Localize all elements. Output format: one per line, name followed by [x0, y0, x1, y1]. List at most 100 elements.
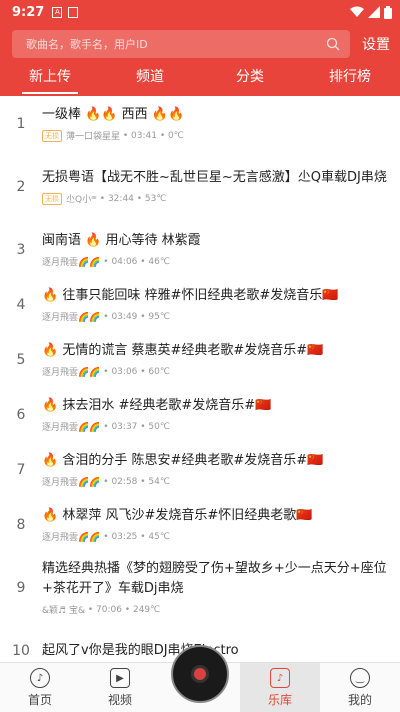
song-index: 7	[16, 461, 26, 478]
song-duration: 03:49	[111, 311, 138, 322]
song-duration: 03:37	[111, 421, 138, 432]
tab-category[interactable]: 分类	[200, 64, 300, 96]
song-temperature: 53℃	[144, 193, 167, 204]
song-row[interactable]: 4 🔥 往事只能回味 梓雅#怀旧经典老歌#发烧音乐🇨🇳 逐月飛雲🌈🌈 • 03:…	[0, 277, 400, 332]
song-duration: 32:44	[107, 193, 134, 204]
song-index: 9	[16, 579, 26, 596]
battery-icon	[384, 5, 392, 19]
song-index: 2	[16, 178, 26, 195]
record-icon[interactable]	[171, 645, 229, 703]
song-duration: 03:41	[131, 130, 157, 141]
nav-video[interactable]: ▶ 视频	[80, 663, 160, 712]
song-index: 1	[16, 115, 26, 132]
song-row[interactable]: 3 闽南语 🔥 用心等待 林紫霞 逐月飛雲🌈🌈 • 04:06 • 46℃	[0, 222, 400, 277]
song-temperature: 0℃	[168, 130, 184, 141]
song-uploader: 逐月飛雲🌈🌈	[42, 423, 101, 433]
song-meta: 逐月飛雲🌈🌈 • 03:06 • 60℃	[42, 366, 170, 379]
status-bar: 9:27 A	[0, 0, 400, 24]
tab-new-upload[interactable]: 新上传	[0, 64, 100, 96]
bottom-nav: ♪ 首页 ▶ 视频 ♪ 乐库 ‿ 我的	[0, 645, 400, 712]
song-index: 10	[12, 642, 30, 659]
song-title: 一级棒 🔥🔥 西西 🔥🔥	[42, 107, 185, 122]
song-title: 🔥 抹去泪水 #经典老歌#发烧音乐#🇨🇳	[42, 398, 272, 413]
play-icon: ▶	[110, 668, 130, 688]
song-temperature: 54℃	[148, 476, 170, 487]
song-row[interactable]: 1 一级棒 🔥🔥 西西 🔥🔥 无损 薄一口袋星星 • 03:41 • 0℃	[0, 96, 400, 151]
song-meta: 无损 薄一口袋星星 • 03:41 • 0℃	[42, 129, 388, 142]
nav-library[interactable]: ♪ 乐库	[240, 663, 320, 712]
record-label	[191, 665, 209, 683]
song-uploader: &颖♬ 宝&	[42, 606, 85, 616]
song-title: 🔥 林翠萍 风飞沙#发烧音乐#怀旧经典老歌🇨🇳	[42, 508, 313, 523]
nav-home-label: 首页	[27, 693, 52, 707]
song-title: 🔥 含泪的分手 陈思安#经典老歌#发烧音乐#🇨🇳	[42, 453, 324, 468]
song-row[interactable]: 5 🔥 无情的谎言 蔡惠英#经典老歌#发烧音乐#🇨🇳 逐月飛雲🌈🌈 • 03:0…	[0, 332, 400, 387]
song-row[interactable]: 7 🔥 含泪的分手 陈思安#经典老歌#发烧音乐#🇨🇳 逐月飛雲🌈🌈 • 02:5…	[0, 442, 400, 497]
song-title: 精选经典热播《梦的翅膀受了伤+望故乡+少一点天分+座位+茶花开了》车载Dj串烧	[42, 561, 387, 596]
song-meta: 逐月飛雲🌈🌈 • 02:58 • 54℃	[42, 476, 170, 489]
library-icon: ♪	[270, 668, 290, 688]
tab-bar: 新上传 频道 分类 排行榜	[0, 64, 400, 96]
song-index: 4	[16, 296, 26, 313]
song-meta: 逐月飛雲🌈🌈 • 03:49 • 95℃	[42, 311, 170, 324]
tab-channel[interactable]: 频道	[100, 64, 200, 96]
lossless-badge: 无损	[42, 129, 62, 142]
song-uploader: 逐月飛雲🌈🌈	[42, 533, 101, 543]
song-title: 🔥 无情的谎言 蔡惠英#经典老歌#发烧音乐#🇨🇳	[42, 343, 324, 358]
song-meta: 逐月飛雲🌈🌈 • 03:25 • 45℃	[42, 531, 170, 544]
nav-mine-label: 我的	[347, 693, 372, 707]
song-row[interactable]: 2 无损粤语【战无不胜~乱世巨星~无言感激】尐Q車载DJ串烧 无损 尐Q小ᵆ •…	[0, 151, 400, 222]
song-temperature: 95℃	[148, 311, 170, 322]
app-header: 9:27 A 设置 新上传 频道 分类 排行榜	[0, 0, 400, 96]
song-uploader: 薄一口袋星星	[66, 132, 121, 142]
search-input[interactable]	[26, 37, 326, 51]
song-title: 闽南语 🔥 用心等待 林紫霞	[42, 233, 201, 248]
song-uploader: 逐月飛雲🌈🌈	[42, 313, 101, 323]
song-list: 1 一级棒 🔥🔥 西西 🔥🔥 无损 薄一口袋星星 • 03:41 • 0℃ 2 …	[0, 96, 400, 662]
song-row[interactable]: 6 🔥 抹去泪水 #经典老歌#发烧音乐#🇨🇳 逐月飛雲🌈🌈 • 03:37 • …	[0, 387, 400, 442]
song-row[interactable]: 8 🔥 林翠萍 风飞沙#发烧音乐#怀旧经典老歌🇨🇳 逐月飛雲🌈🌈 • 03:25…	[0, 497, 400, 552]
music-note-icon: ♪	[30, 668, 50, 688]
song-meta: &颖♬ 宝& • 70:06 • 249℃	[42, 604, 161, 617]
song-row[interactable]: 9 精选经典热播《梦的翅膀受了伤+望故乡+少一点天分+座位+茶花开了》车载Dj串…	[0, 552, 400, 623]
song-temperature: 45℃	[148, 531, 170, 542]
song-index: 3	[16, 241, 26, 258]
notification-a-icon: A	[52, 6, 63, 18]
song-index: 5	[16, 351, 26, 368]
song-uploader: 逐月飛雲🌈🌈	[42, 368, 101, 378]
song-temperature: 60℃	[148, 366, 170, 377]
search-box[interactable]	[12, 30, 350, 58]
song-meta: 无损 尐Q小ᵆ • 32:44 • 53℃	[42, 192, 388, 205]
wifi-icon	[350, 6, 364, 17]
song-index: 8	[16, 516, 26, 533]
search-row: 设置	[0, 24, 400, 64]
signal-icon	[368, 6, 380, 18]
song-meta: 逐月飛雲🌈🌈 • 03:37 • 50℃	[42, 421, 170, 434]
song-meta: 逐月飛雲🌈🌈 • 04:06 • 46℃	[42, 256, 170, 269]
search-icon[interactable]	[326, 37, 340, 51]
song-duration: 02:58	[111, 476, 138, 487]
song-duration: 03:25	[111, 531, 138, 542]
song-title: 🔥 往事只能回味 梓雅#怀旧经典老歌#发烧音乐🇨🇳	[42, 288, 339, 303]
song-index: 6	[16, 406, 26, 423]
lossless-badge: 无损	[42, 192, 62, 205]
nav-mine[interactable]: ‿ 我的	[320, 663, 400, 712]
nav-home[interactable]: ♪ 首页	[0, 663, 80, 712]
song-temperature: 46℃	[148, 256, 170, 267]
song-duration: 04:06	[111, 256, 138, 267]
status-time: 9:27	[12, 4, 45, 20]
nav-library-label: 乐库	[267, 693, 292, 707]
notification-square-icon	[68, 6, 79, 18]
song-temperature: 249℃	[132, 604, 161, 615]
settings-button[interactable]: 设置	[362, 34, 390, 54]
song-uploader: 逐月飛雲🌈🌈	[42, 478, 101, 488]
song-uploader: 逐月飛雲🌈🌈	[42, 258, 101, 268]
song-title: 无损粤语【战无不胜~乱世巨星~无言感激】尐Q車载DJ串烧	[42, 170, 387, 185]
song-uploader: 尐Q小ᵆ	[66, 195, 97, 205]
smile-icon: ‿	[350, 668, 370, 688]
nav-video-label: 视频	[107, 693, 132, 707]
tab-ranking[interactable]: 排行榜	[300, 64, 400, 96]
song-duration: 03:06	[111, 366, 138, 377]
song-temperature: 50℃	[148, 421, 170, 432]
song-duration: 70:06	[96, 604, 122, 615]
